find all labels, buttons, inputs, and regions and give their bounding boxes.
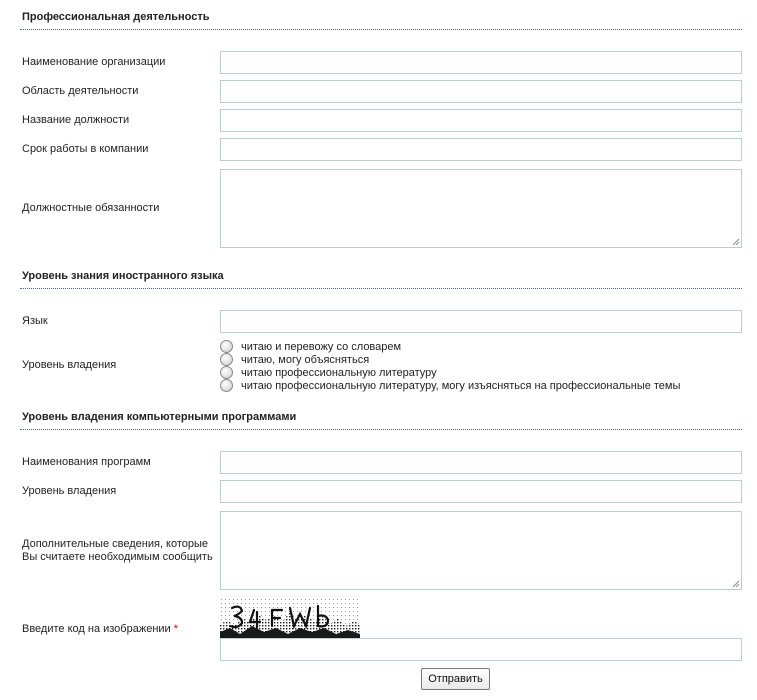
software-level-input[interactable] — [220, 480, 742, 503]
additional-info-label-line1: Дополнительные сведения, которые — [22, 538, 209, 550]
radio-button[interactable] — [220, 379, 233, 392]
radio-option-label: читаю, могу объясняться — [241, 353, 370, 366]
language-input[interactable] — [220, 310, 742, 333]
position-input[interactable] — [220, 109, 742, 132]
language-level-option[interactable]: читаю, могу объясняться — [220, 353, 369, 366]
tenure-label: Срок работы в компании — [22, 143, 149, 155]
duties-label: Должностные обязанности — [22, 202, 160, 214]
section-title-language: Уровень знания иностранного языка — [22, 270, 224, 282]
additional-info-textarea[interactable] — [220, 511, 742, 590]
radio-option-label: читаю профессиональную литературу — [241, 366, 437, 379]
programs-label: Наименования программ — [22, 456, 151, 468]
language-level-option[interactable]: читаю профессиональную литературу, могу … — [220, 379, 680, 392]
section-title-software: Уровень владения компьютерными программа… — [22, 411, 297, 423]
field-of-activity-input[interactable] — [220, 80, 742, 103]
duties-textarea[interactable] — [220, 169, 742, 248]
radio-button[interactable] — [220, 353, 233, 366]
section-divider — [20, 288, 742, 289]
tenure-input[interactable] — [220, 138, 742, 161]
captcha-label-text: Введите код на изображении — [22, 623, 171, 635]
software-level-label: Уровень владения — [22, 485, 117, 497]
organization-input[interactable] — [220, 51, 742, 74]
programs-input[interactable] — [220, 451, 742, 474]
section-divider — [20, 29, 742, 30]
organization-label: Наименование организации — [22, 56, 166, 68]
section-divider — [20, 429, 742, 430]
additional-info-label: Дополнительные сведения, которые Вы счит… — [22, 538, 213, 564]
language-level-option[interactable]: читаю и перевожу со словарем — [220, 340, 401, 353]
captcha-input[interactable] — [220, 638, 742, 661]
position-label: Название должности — [22, 114, 130, 126]
field-of-activity-label: Область деятельности — [22, 85, 139, 97]
radio-option-label: читаю профессиональную литературу, могу … — [241, 379, 681, 392]
additional-info-label-line2: Вы считаете необходимым сообщить — [22, 551, 213, 563]
radio-button[interactable] — [220, 366, 233, 379]
radio-option-label: читаю и перевожу со словарем — [241, 340, 402, 353]
radio-button[interactable] — [220, 340, 233, 353]
required-asterisk: * — [173, 623, 179, 635]
language-level-label: Уровень владения — [22, 359, 117, 371]
captcha-label: Введите код на изображении * — [22, 623, 178, 636]
submit-button[interactable]: Отправить — [421, 668, 490, 690]
section-title-professional: Профессиональная деятельность — [22, 11, 210, 23]
language-level-option[interactable]: читаю профессиональную литературу — [220, 366, 437, 379]
captcha-image — [220, 598, 360, 638]
language-label: Язык — [22, 315, 48, 327]
